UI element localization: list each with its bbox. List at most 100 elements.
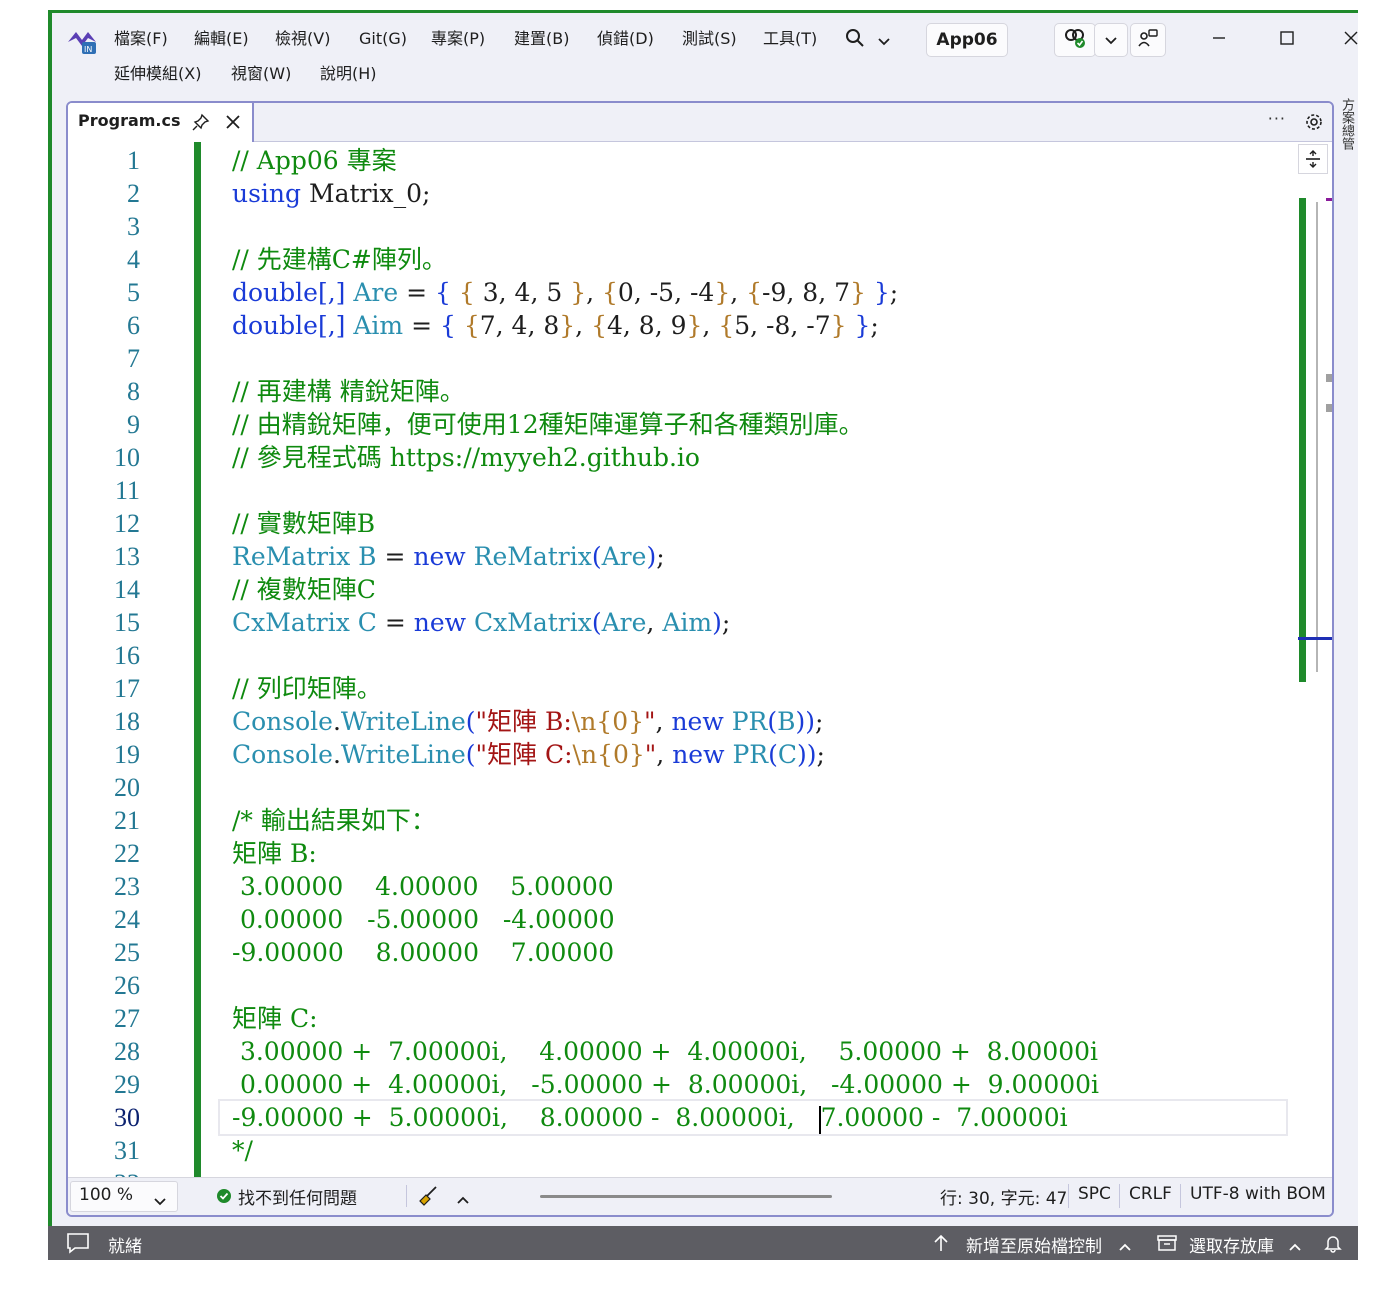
solution-explorer-rail[interactable]: 方案總管 <box>1338 98 1358 178</box>
code-line[interactable]: 2 using Matrix_0; <box>68 177 1298 210</box>
code-line[interactable]: 6 double[,] Aim = { {7, 4, 8}, {4, 8, 9},… <box>68 309 1298 342</box>
code-line[interactable]: 22 矩陣 B: <box>68 837 1298 870</box>
code-line[interactable]: 16 <box>68 639 1298 672</box>
code-line[interactable]: 5 double[,] Are = { { 3, 4, 5 }, {0, -5, … <box>68 276 1298 309</box>
pin-icon[interactable] <box>192 113 210 135</box>
menu-view[interactable]: 檢視(V) <box>275 28 330 50</box>
line-content: // 先建構C#陣列。 <box>220 243 1286 276</box>
line-number: 21 <box>114 806 140 835</box>
menu-help[interactable]: 說明(H) <box>320 63 377 85</box>
menu-file[interactable]: 檔案(F) <box>114 28 168 50</box>
code-line[interactable]: 21 /* 輸出結果如下： <box>68 804 1298 837</box>
line-number: 19 <box>114 740 140 769</box>
code-line[interactable]: 29 0.00000 + 4.00000i, -5.00000 + 8.0000… <box>68 1068 1298 1101</box>
code-line[interactable]: 13 ReMatrix B = new ReMatrix(Are); <box>68 540 1298 573</box>
copilot-button[interactable] <box>1054 23 1096 57</box>
code-line[interactable]: 10 // 參見程式碼 https://myyeh2.github.io <box>68 441 1298 474</box>
copilot-dropdown[interactable] <box>1094 23 1128 57</box>
token: " <box>644 740 657 769</box>
select-repository[interactable]: 選取存放庫 <box>1189 1232 1274 1257</box>
issues-status[interactable]: 找不到任何問題 <box>238 1184 357 1209</box>
code-line[interactable]: 28 3.00000 + 7.00000i, 4.00000 + 4.00000… <box>68 1035 1298 1068</box>
arrow-up-icon[interactable] <box>932 1233 950 1258</box>
search-icon[interactable] <box>845 28 865 52</box>
token: 矩陣 C: <box>232 1004 318 1033</box>
line-content <box>220 969 1286 1002</box>
code-line[interactable]: 15 CxMatrix C = new CxMatrix(Are, Aim); <box>68 606 1298 639</box>
broom-icon[interactable] <box>416 1184 440 1213</box>
code-text: // App06 專案 <box>232 144 397 177</box>
code-line[interactable]: 27 矩陣 C: <box>68 1002 1298 1035</box>
menu-extensions[interactable]: 延伸模組(X) <box>114 63 201 85</box>
menu-edit[interactable]: 編輯(E) <box>194 28 249 50</box>
code-line[interactable]: 17 // 列印矩陣。 <box>68 672 1298 705</box>
token: } <box>559 311 576 340</box>
line-content: -9.00000 8.00000 7.00000 <box>220 936 1286 969</box>
repository-icon[interactable] <box>1156 1234 1178 1257</box>
close-icon[interactable] <box>224 113 242 135</box>
menu-window[interactable]: 視窗(W) <box>231 63 291 85</box>
menu-tools[interactable]: 工具(T) <box>763 28 817 50</box>
code-line[interactable]: 4 // 先建構C#陣列。 <box>68 243 1298 276</box>
divider <box>1068 1184 1069 1208</box>
menu-build[interactable]: 建置(B) <box>514 28 569 50</box>
code-line[interactable]: 7 <box>68 342 1298 375</box>
token: 0.00000 -5.00000 -4.00000 <box>232 905 615 934</box>
code-line[interactable]: 24 0.00000 -5.00000 -4.00000 <box>68 903 1298 936</box>
code-line[interactable]: 18 Console.WriteLine("矩陣 B:\n{0}", new PR… <box>68 705 1298 738</box>
code-line[interactable]: 8 // 再建構 精銳矩陣。 <box>68 375 1298 408</box>
gear-icon[interactable] <box>1304 112 1324 136</box>
indent-mode[interactable]: SPC <box>1078 1184 1111 1204</box>
code-line[interactable]: 12 // 實數矩陣B <box>68 507 1298 540</box>
chevron-down-icon[interactable] <box>877 32 891 51</box>
line-content: -9.00000 + 5.00000i, 8.00000 - 8.00000i,… <box>218 1099 1288 1136</box>
code-line[interactable]: 25 -9.00000 8.00000 7.00000 <box>68 936 1298 969</box>
zoom-dropdown[interactable]: 100 % <box>70 1181 178 1212</box>
code-text: // 複數矩陣C <box>232 573 376 606</box>
code-line[interactable]: 1 // App06 專案 <box>68 144 1298 177</box>
code-line[interactable]: 30 -9.00000 + 5.00000i, 8.00000 - 8.00000… <box>68 1099 1298 1136</box>
token: 0.00000 + 4.00000i, -5.00000 + 8.00000i,… <box>232 1070 1100 1099</box>
solution-name-badge[interactable]: App06 <box>926 23 1008 57</box>
vs-logo-icon[interactable]: IN <box>66 26 98 56</box>
menu-test[interactable]: 測試(S) <box>682 28 737 50</box>
token: C <box>357 608 377 637</box>
code-line[interactable]: 14 // 複數矩陣C <box>68 573 1298 606</box>
maximize-button[interactable] <box>1264 26 1310 54</box>
code-line[interactable]: 31 */ <box>68 1134 1298 1167</box>
close-window-button[interactable] <box>1328 26 1358 54</box>
code-text: -9.00000 + 5.00000i, 8.00000 - 8.00000i,… <box>232 1101 1068 1134</box>
chevron-up-icon[interactable] <box>1118 1237 1132 1257</box>
horizontal-scrollbar[interactable] <box>540 1195 832 1198</box>
split-icon[interactable] <box>1298 144 1328 174</box>
token: , <box>646 608 663 637</box>
live-share-button[interactable] <box>1130 23 1166 57</box>
code-editor[interactable]: 1 // App06 專案 2 using Matrix_0; 3 4 // 先建構C#陣列… <box>68 142 1332 1182</box>
code-line[interactable]: 19 Console.WriteLine("矩陣 C:\n{0}", new PR… <box>68 738 1298 771</box>
code-line[interactable]: 11 <box>68 474 1298 507</box>
vertical-scrollbar-track[interactable] <box>1316 202 1318 672</box>
line-ending[interactable]: CRLF <box>1129 1184 1172 1204</box>
bell-icon[interactable] <box>1324 1233 1342 1258</box>
chevron-up-icon[interactable] <box>1288 1237 1302 1257</box>
add-to-source-control[interactable]: 新增至原始檔控制 <box>966 1232 1102 1257</box>
code-line[interactable]: 3 <box>68 210 1298 243</box>
file-encoding[interactable]: UTF-8 with BOM <box>1190 1184 1326 1204</box>
cursor-position[interactable]: 行: 30, 字元: 47 <box>940 1184 1067 1209</box>
menu-debug[interactable]: 偵錯(D) <box>597 28 654 50</box>
token: // 參見程式碼 https://myyeh2.github.io <box>232 443 700 472</box>
line-content: 矩陣 C: <box>220 1002 1286 1035</box>
tab-program-cs[interactable]: Program.cs <box>68 103 254 142</box>
minimize-button[interactable] <box>1196 26 1242 54</box>
comment-icon[interactable] <box>66 1232 90 1259</box>
menu-project[interactable]: 專案(P) <box>431 28 485 50</box>
code-line[interactable]: 20 <box>68 771 1298 804</box>
code-line[interactable]: 9 // 由精銳矩陣，便可使用12種矩陣運算子和各種類別庫。 <box>68 408 1298 441</box>
code-line[interactable]: 23 3.00000 4.00000 5.00000 <box>68 870 1298 903</box>
arrow-up-icon[interactable] <box>456 1190 470 1210</box>
code-line[interactable]: 26 <box>68 969 1298 1002</box>
menu-git[interactable]: Git(G) <box>359 28 407 50</box>
tab-overflow-button[interactable]: ··· <box>1268 109 1286 128</box>
minimize-icon <box>1211 30 1227 50</box>
